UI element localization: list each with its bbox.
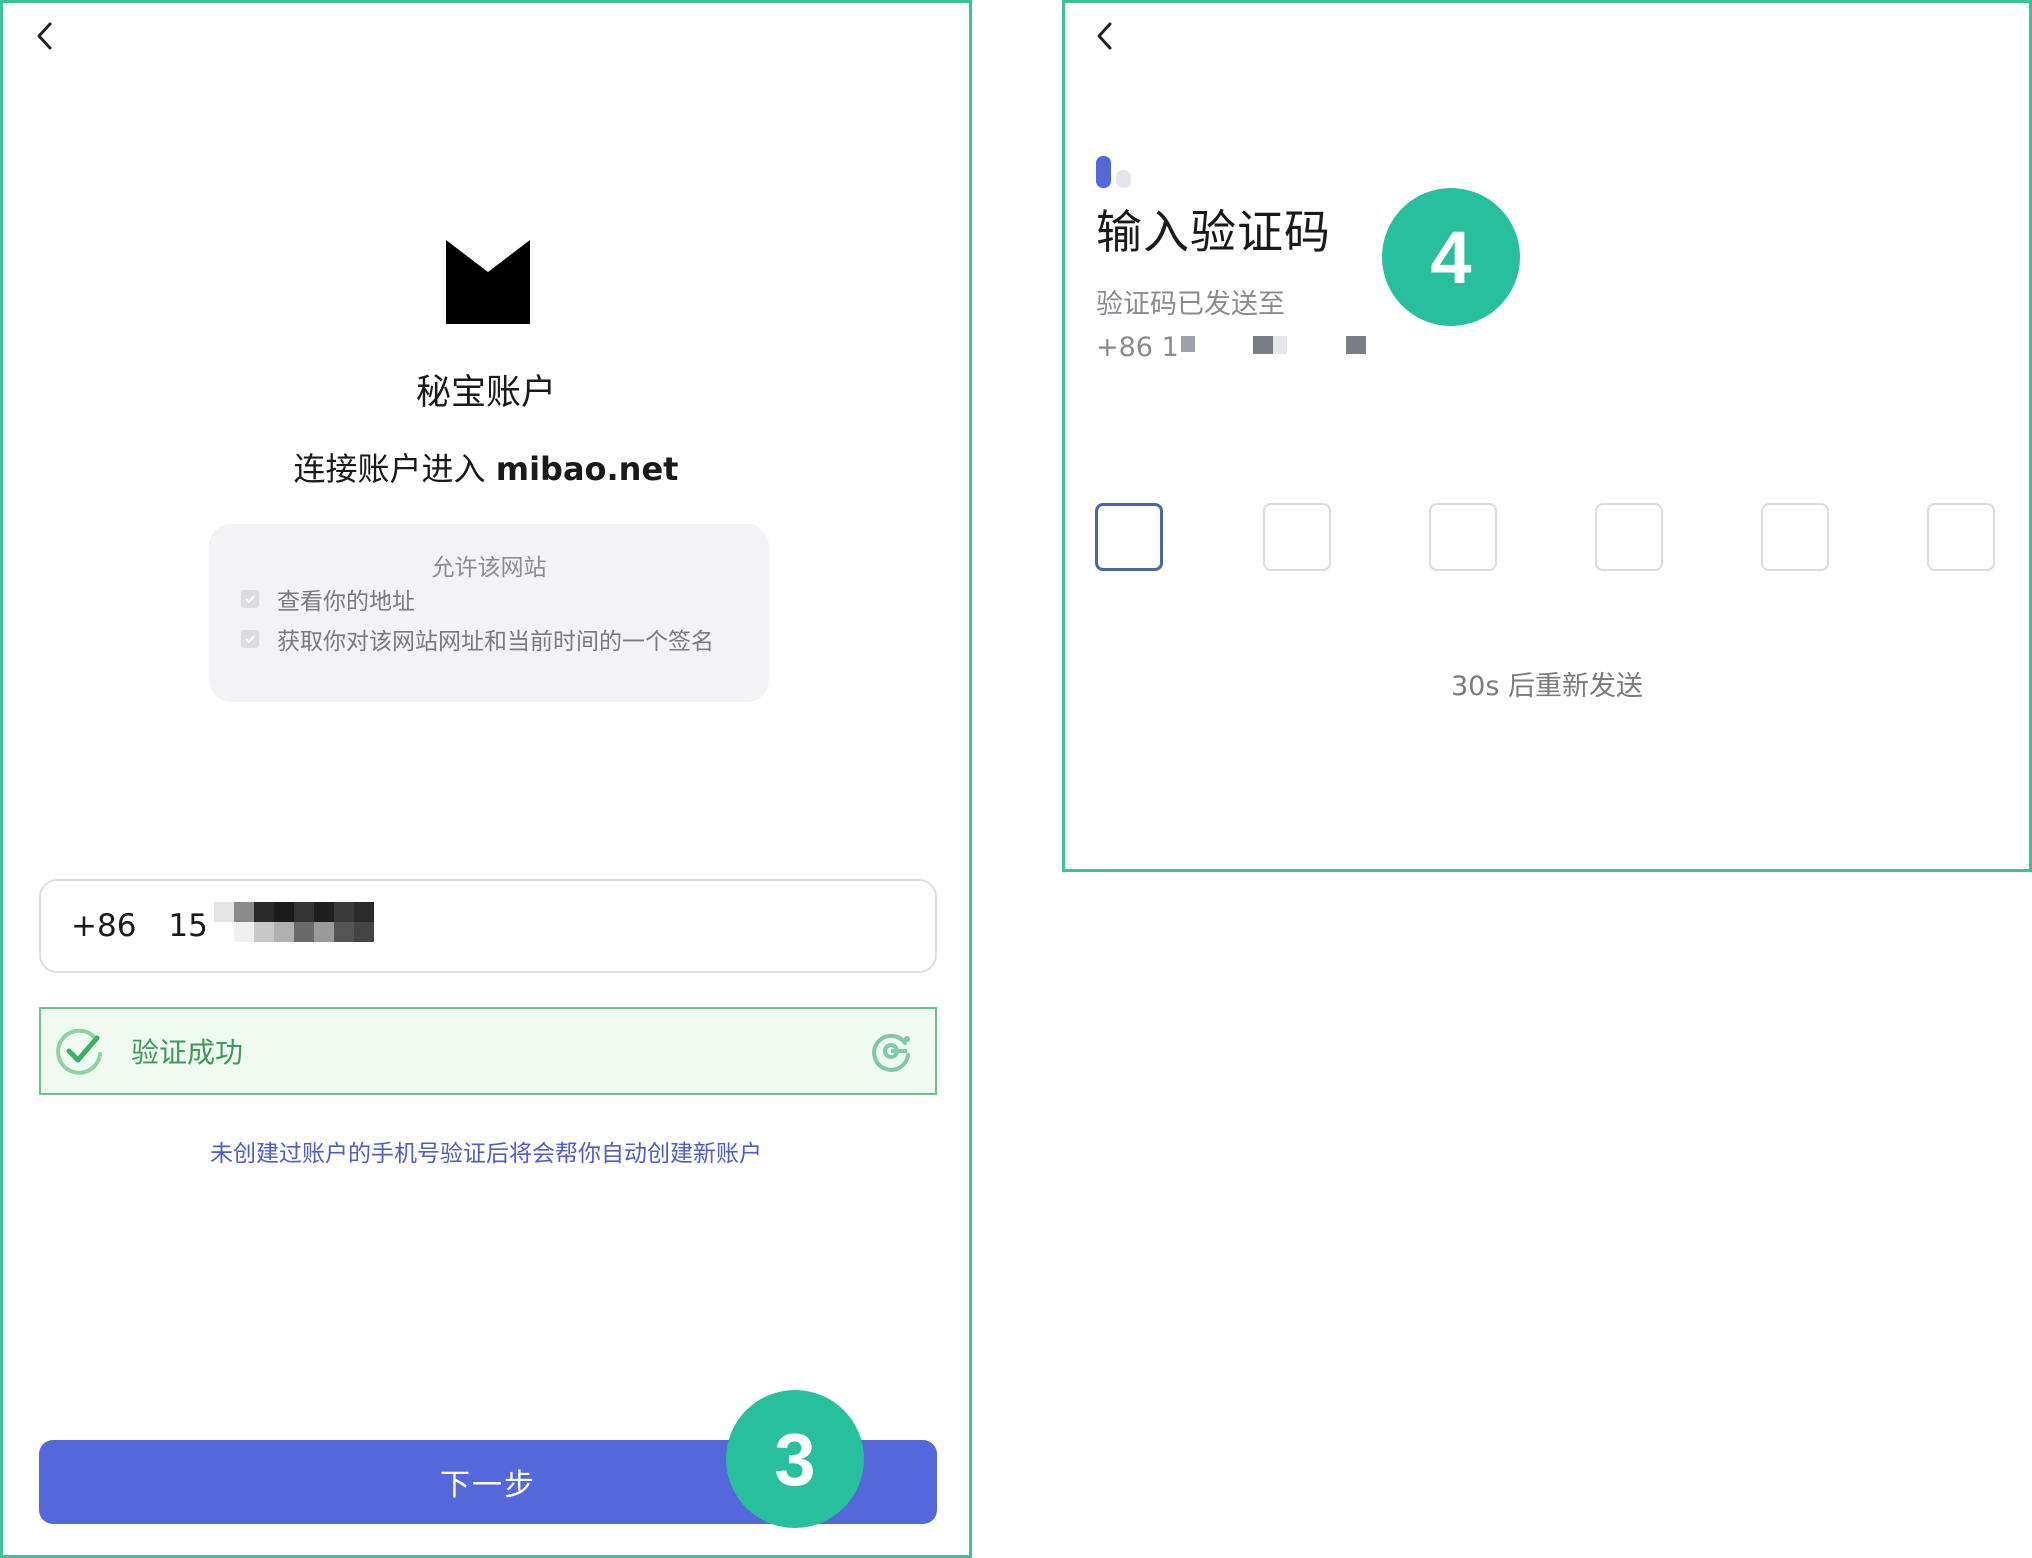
permission-item-label: 查看你的地址	[277, 589, 415, 615]
redacted-number	[1180, 332, 1371, 363]
back-icon[interactable]	[1086, 16, 1126, 56]
check-icon	[241, 630, 259, 648]
account-title: 秘宝账户	[415, 373, 556, 413]
redacted-number	[213, 902, 384, 950]
site-domain: mibao.net	[495, 450, 679, 488]
code-digit-input-5[interactable]	[1761, 503, 1829, 571]
permission-item: 查看你的地址	[241, 582, 415, 616]
captcha-logo-icon	[869, 1029, 913, 1073]
connect-text: 连接账户进入	[293, 450, 496, 488]
progress-indicator-icon	[1096, 156, 1136, 192]
code-digit-input-1[interactable]	[1095, 503, 1163, 571]
auto-create-hint: 未创建过账户的手机号验证后将会帮你自动创建新账户	[210, 1141, 762, 1167]
login-panel	[0, 0, 972, 1558]
permission-title: 允许该网站	[431, 555, 547, 581]
connect-subtitle: 连接账户进入 mibao.net	[0, 446, 972, 492]
phone-input[interactable]: +86 15	[39, 879, 937, 973]
verification-panel	[1062, 0, 2032, 872]
permission-item-label: 获取你对该网站网址和当前时间的一个签名	[277, 629, 714, 655]
country-code: +86	[71, 908, 137, 944]
step-badge-4: 4	[1382, 188, 1520, 326]
permission-item: 获取你对该网站网址和当前时间的一个签名	[241, 622, 714, 656]
step-badge-3: 3	[726, 1390, 864, 1528]
mibao-logo	[446, 240, 530, 324]
phone-prefix: +86 1	[1096, 332, 1179, 363]
check-icon	[241, 590, 259, 608]
back-icon[interactable]	[26, 16, 66, 56]
resend-countdown[interactable]: 30s 后重新发送	[1062, 664, 2032, 703]
verify-code-title: 输入验证码	[1096, 205, 1331, 259]
captcha-verify-box[interactable]: 验证成功	[39, 1007, 937, 1095]
code-digit-input-4[interactable]	[1595, 503, 1663, 571]
verify-status: 验证成功	[131, 1036, 244, 1069]
permission-box: 允许该网站 查看你的地址 获取你对该网站网址和当前时间的一个签名	[209, 524, 769, 702]
phone-number-visible: 15	[168, 908, 208, 944]
code-sent-label: 验证码已发送至	[1096, 289, 1285, 320]
code-digit-input-2[interactable]	[1263, 503, 1331, 571]
masked-phone: +86 1	[1096, 332, 1371, 363]
code-digit-input-6[interactable]	[1927, 503, 1995, 571]
success-check-icon	[55, 1026, 105, 1076]
code-digit-input-3[interactable]	[1429, 503, 1497, 571]
